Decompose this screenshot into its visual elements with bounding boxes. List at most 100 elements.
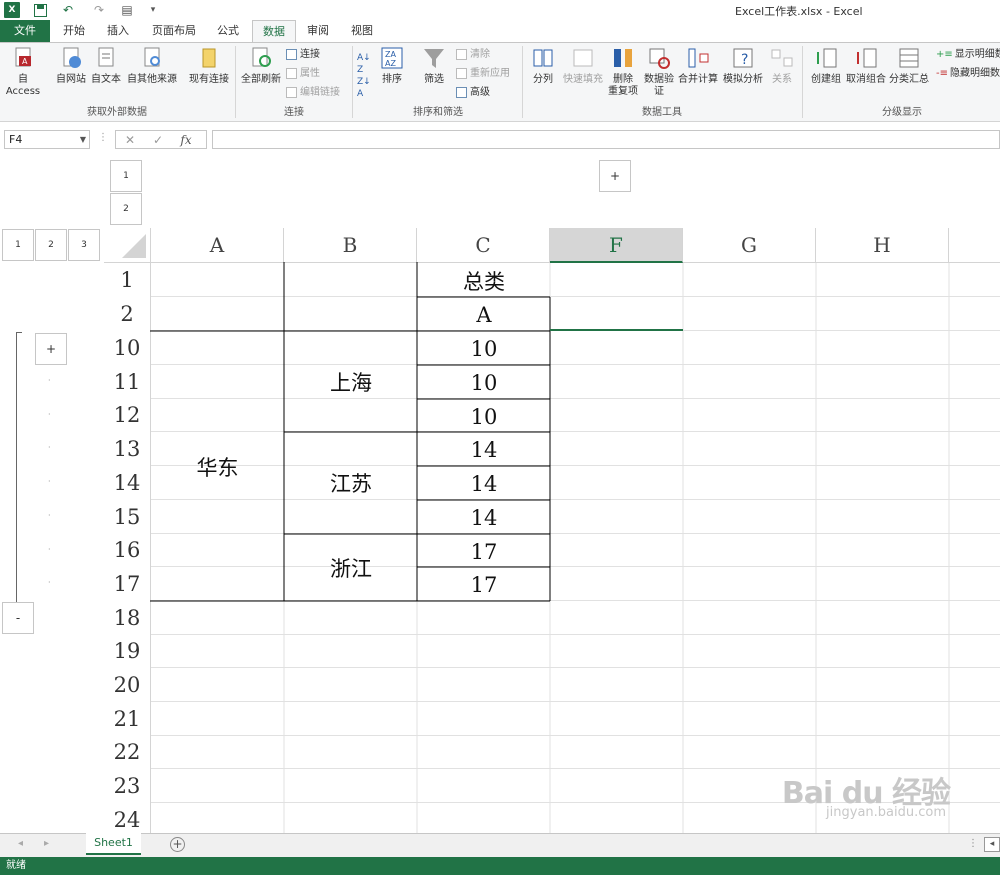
column-outline-level-1[interactable]: 1 (110, 160, 142, 192)
row-header-24[interactable]: 24 (104, 803, 151, 833)
from-access-button[interactable]: A 自 Access (0, 46, 46, 98)
cell-c15[interactable]: 14 (418, 501, 550, 534)
row-header-22[interactable]: 22 (104, 736, 151, 769)
tab-home[interactable]: 开始 (56, 20, 92, 42)
filter-icon (422, 46, 446, 70)
insert-function-icon[interactable]: fx (172, 133, 200, 147)
row-header-16[interactable]: 16 (104, 534, 151, 567)
advanced-filter-button[interactable]: 高级 (456, 85, 490, 100)
sort-button[interactable]: ZA AZ 排序 (372, 46, 412, 86)
ungroup-button[interactable]: 取消组合 (844, 46, 888, 86)
row-header-23[interactable]: 23 (104, 769, 151, 803)
confirm-entry-icon[interactable]: ✓ (144, 133, 172, 147)
cell-c16[interactable]: 17 (418, 535, 550, 568)
existing-connections-button[interactable]: 现有连接 (184, 46, 234, 86)
consolidate-button[interactable]: 合并计算 (676, 46, 720, 86)
save-icon[interactable] (32, 2, 48, 18)
remove-duplicates-button[interactable]: 删除 重复项 (604, 46, 642, 98)
row-header-15[interactable]: 15 (104, 500, 151, 534)
row-header-11[interactable]: 11 (104, 365, 151, 399)
chevron-down-icon[interactable]: ▼ (80, 131, 86, 148)
tab-page-layout[interactable]: 页面布局 (146, 20, 202, 42)
print-preview-icon[interactable]: ▤ (116, 2, 138, 18)
row-outline-level-1[interactable]: 1 (2, 229, 34, 261)
cell-c12[interactable]: 10 (418, 400, 550, 433)
row-outline-level-3[interactable]: 3 (68, 229, 100, 261)
column-header-b[interactable]: B (284, 228, 417, 263)
from-text-button[interactable]: 自文本 (84, 46, 128, 86)
subtotal-button[interactable]: 分类汇总 (886, 46, 932, 86)
cell-b-zhejiang-merged[interactable]: 浙江 (285, 535, 417, 601)
tab-formulas[interactable]: 公式 (208, 20, 248, 42)
row-header-17[interactable]: 17 (104, 567, 151, 601)
data-validation-button[interactable]: 数据验证 (640, 46, 678, 98)
scroll-sheets-right-icon[interactable]: ▸ (44, 838, 49, 849)
from-other-sources-button[interactable]: 自其他来源 (124, 46, 180, 86)
cancel-entry-icon[interactable]: ✕ (116, 133, 144, 147)
tab-file[interactable]: 文件 (0, 20, 50, 42)
sheet-tab-sheet1[interactable]: Sheet1 (86, 833, 141, 855)
formula-input[interactable] (212, 130, 1000, 149)
sort-ascending-icon[interactable]: A↓ Z (357, 52, 371, 76)
cell-c2[interactable]: A (418, 298, 550, 331)
tab-data[interactable]: 数据 (252, 20, 296, 43)
row-header-1[interactable]: 1 (104, 263, 151, 297)
refresh-all-button[interactable]: 全部刷新 (238, 46, 284, 86)
filter-button[interactable]: 筛选 (414, 46, 454, 86)
tab-view[interactable]: 视图 (344, 20, 380, 42)
undo-icon[interactable]: ↶ (56, 2, 80, 18)
add-sheet-icon[interactable]: + (170, 837, 185, 852)
group-button[interactable]: 创建组 (806, 46, 846, 86)
column-header-g[interactable]: G (683, 228, 816, 263)
row-header-14[interactable]: 14 (104, 466, 151, 500)
column-header-f[interactable]: F (550, 228, 683, 263)
column-outline-level-2[interactable]: 2 (110, 193, 142, 225)
collapse-row-group-button[interactable]: - (2, 602, 34, 634)
cell-b-jiangsu-merged[interactable]: 江苏 (285, 433, 417, 533)
column-header-next[interactable] (949, 228, 1000, 263)
edit-links-button[interactable]: 编辑链接 (286, 85, 340, 100)
cell-c10[interactable]: 10 (418, 332, 550, 365)
row-header-13[interactable]: 13 (104, 432, 151, 466)
flash-fill-button[interactable]: 快速填充 (560, 46, 606, 86)
clear-filter-button[interactable]: 清除 (456, 47, 490, 62)
reapply-button[interactable]: 重新应用 (456, 66, 510, 81)
expand-row-group-button[interactable]: + (35, 333, 67, 365)
column-header-h[interactable]: H (816, 228, 949, 263)
column-header-a[interactable]: A (151, 228, 284, 263)
redo-icon[interactable]: ↷ (88, 2, 110, 18)
show-detail-button[interactable]: +≡ 显示明细数 (936, 47, 1000, 62)
tab-insert[interactable]: 插入 (100, 20, 136, 42)
cell-c11[interactable]: 10 (418, 366, 550, 399)
column-header-c[interactable]: C (417, 228, 550, 263)
row-header-10[interactable]: 10 (104, 331, 151, 365)
select-all-button[interactable] (104, 228, 151, 263)
cell-c1[interactable]: 总类 (418, 264, 550, 297)
hide-detail-button[interactable]: -≡ 隐藏明细数 (936, 66, 1000, 81)
customize-qat-icon[interactable]: ▾ (146, 2, 160, 18)
tab-review[interactable]: 审阅 (300, 20, 336, 42)
cell-c17[interactable]: 17 (418, 568, 550, 601)
row-header-12[interactable]: 12 (104, 399, 151, 432)
connections-button[interactable]: 连接 (286, 47, 320, 62)
row-header-18[interactable]: 18 (104, 601, 151, 635)
what-if-analysis-button[interactable]: ? 模拟分析 (720, 46, 766, 86)
expand-column-group-button[interactable]: + (599, 160, 631, 192)
row-header-19[interactable]: 19 (104, 635, 151, 668)
row-header-21[interactable]: 21 (104, 702, 151, 736)
cell-c13[interactable]: 14 (418, 433, 550, 466)
properties-button[interactable]: 属性 (286, 66, 320, 81)
sort-descending-icon[interactable]: Z↓ A (357, 76, 371, 100)
cell-b-shanghai-merged[interactable]: 上海 (285, 332, 417, 432)
row-header-2[interactable]: 2 (104, 297, 151, 331)
cell-a-region-merged[interactable]: 华东 (151, 332, 284, 601)
cell-c14[interactable]: 14 (418, 467, 550, 500)
row-outline-level-2[interactable]: 2 (35, 229, 67, 261)
relationships-button[interactable]: 关系 (762, 46, 802, 86)
horizontal-scroll-left-icon[interactable]: ◂ (984, 837, 1000, 852)
row-header-20[interactable]: 20 (104, 668, 151, 702)
name-box[interactable]: F4 ▼ (4, 130, 90, 149)
what-if-icon: ? (731, 46, 755, 70)
scroll-sheets-left-icon[interactable]: ◂ (18, 838, 23, 849)
text-to-columns-button[interactable]: 分列 (524, 46, 562, 86)
